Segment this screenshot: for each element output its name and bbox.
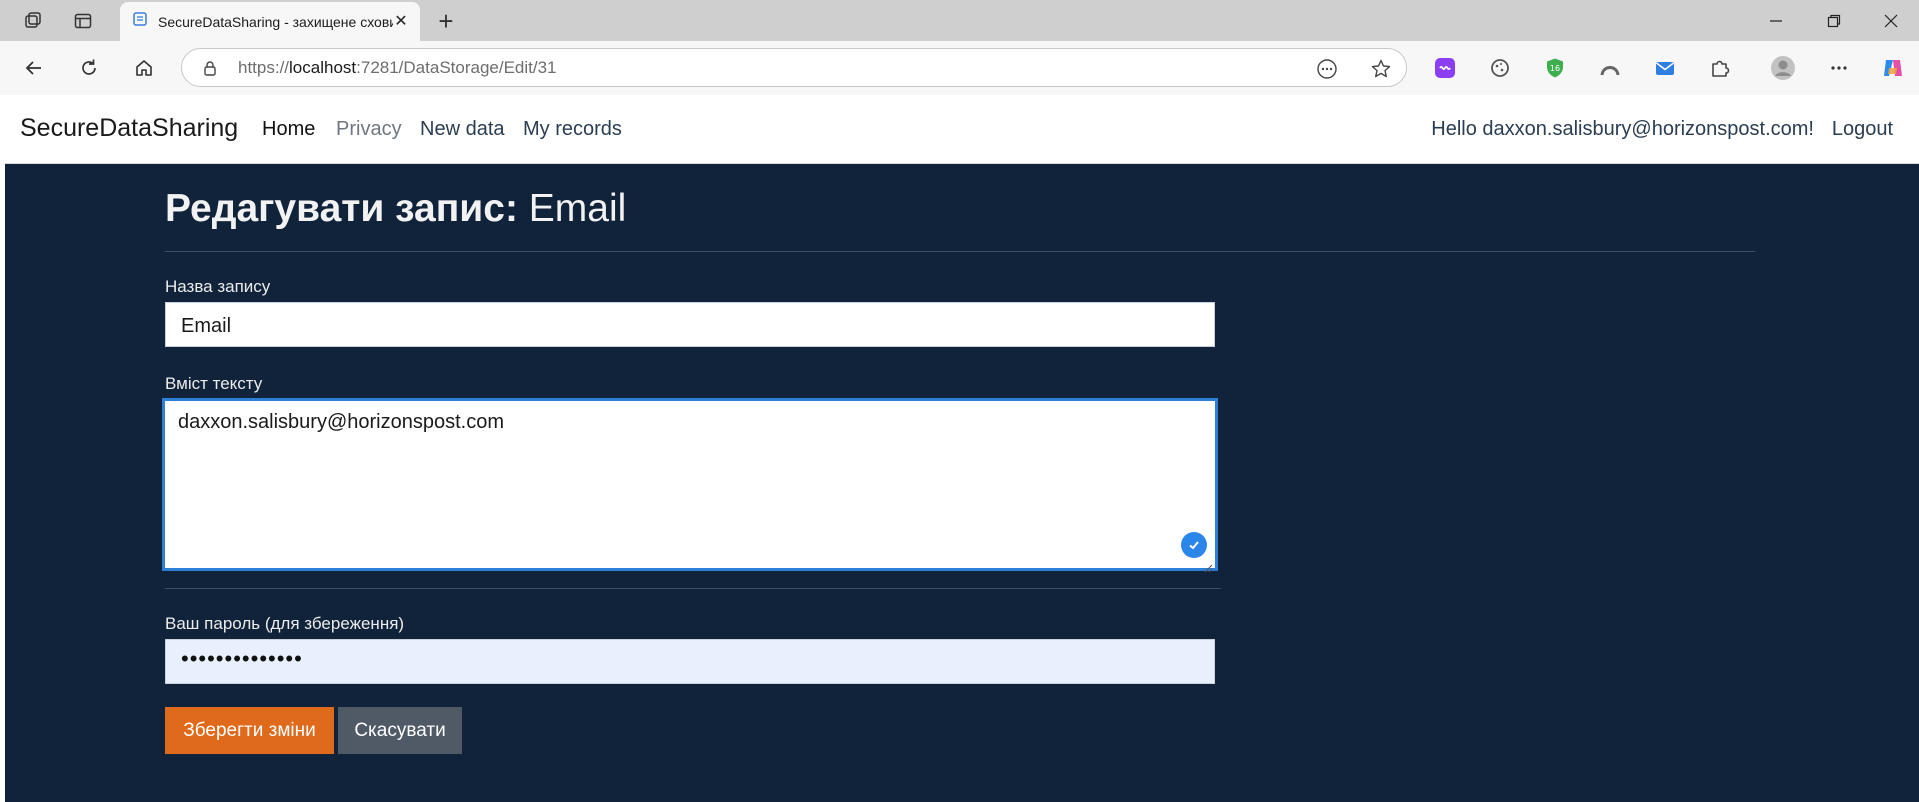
- brand-link[interactable]: SecureDataSharing: [20, 114, 238, 143]
- user-greeting[interactable]: Hello daxxon.salisbury@horizonspost.com!: [1431, 118, 1814, 141]
- cancel-button[interactable]: Скасувати: [338, 707, 462, 754]
- extension-cookie-icon[interactable]: [1487, 55, 1513, 81]
- minimize-icon[interactable]: [1748, 0, 1804, 41]
- copilot-icon[interactable]: [1880, 55, 1906, 81]
- extension-badge-text: 16: [1550, 64, 1560, 73]
- page-viewport: SecureDataSharing Home Privacy New data …: [5, 95, 1919, 802]
- url-text: https://localhost:7281/DataStorage/Edit/…: [238, 57, 557, 77]
- back-icon[interactable]: [16, 50, 52, 86]
- extension-shield-icon[interactable]: 16: [1542, 55, 1568, 81]
- browser-toolbar: https://localhost:7281/DataStorage/Edit/…: [0, 41, 1919, 95]
- active-tab[interactable]: SecureDataSharing - захищене сховище ✕: [120, 2, 420, 41]
- refresh-icon[interactable]: [71, 50, 107, 86]
- close-tab-icon[interactable]: ✕: [392, 12, 410, 30]
- resize-handle-icon[interactable]: [1203, 556, 1213, 573]
- record-content-textarea[interactable]: daxxon.salisbury@horizonspost.com: [162, 398, 1218, 573]
- record-title-input[interactable]: Email: [165, 302, 1215, 347]
- extension-purple-icon[interactable]: [1432, 55, 1458, 81]
- extension-mail-icon[interactable]: [1652, 55, 1678, 81]
- profile-avatar-icon[interactable]: [1770, 55, 1796, 81]
- extension-arc-icon[interactable]: [1597, 55, 1623, 81]
- grammar-check-icon[interactable]: [1181, 532, 1207, 558]
- address-bar[interactable]: https://localhost:7281/DataStorage/Edit/…: [181, 48, 1407, 87]
- nav-privacy[interactable]: Privacy: [336, 118, 402, 141]
- extensions-puzzle-icon[interactable]: [1707, 55, 1733, 81]
- password-input[interactable]: ••••••••••••••: [165, 639, 1215, 684]
- browser-tabstrip: SecureDataSharing - захищене сховище ✕ +: [0, 0, 1919, 41]
- nav-home[interactable]: Home: [262, 118, 315, 141]
- tab-actions-icon[interactable]: [66, 6, 100, 36]
- content-text: daxxon.salisbury@horizonspost.com: [178, 411, 505, 433]
- logout-link[interactable]: Logout: [1832, 118, 1893, 141]
- app-navbar: SecureDataSharing Home Privacy New data …: [5, 95, 1919, 164]
- new-tab-button[interactable]: +: [430, 6, 462, 36]
- page-title: Редагувати запис: Email: [165, 187, 627, 230]
- site-info-lock-icon[interactable]: [200, 58, 220, 78]
- password-field-label: Ваш пароль (для збереження): [165, 614, 405, 633]
- more-options-icon[interactable]: [1826, 55, 1852, 81]
- page-favicon-icon: [132, 11, 148, 32]
- nav-new-data[interactable]: New data: [420, 118, 505, 141]
- workspaces-icon[interactable]: [16, 6, 50, 36]
- favorite-star-icon[interactable]: [1370, 58, 1392, 80]
- nav-my-records[interactable]: My records: [523, 118, 622, 141]
- title-field-label: Назва запису: [165, 277, 271, 296]
- save-changes-button[interactable]: Зберегти зміни: [165, 707, 334, 754]
- tab-title: SecureDataSharing - захищене сховище: [158, 13, 393, 30]
- content-field-label: Вміст тексту: [165, 374, 263, 393]
- restore-icon[interactable]: [1806, 0, 1862, 41]
- close-window-icon[interactable]: [1863, 0, 1919, 41]
- reading-view-icon[interactable]: [1316, 58, 1338, 80]
- title-divider: [165, 251, 1755, 252]
- home-icon[interactable]: [126, 50, 162, 86]
- form-divider: [165, 588, 1221, 589]
- record-name: Email: [517, 187, 627, 230]
